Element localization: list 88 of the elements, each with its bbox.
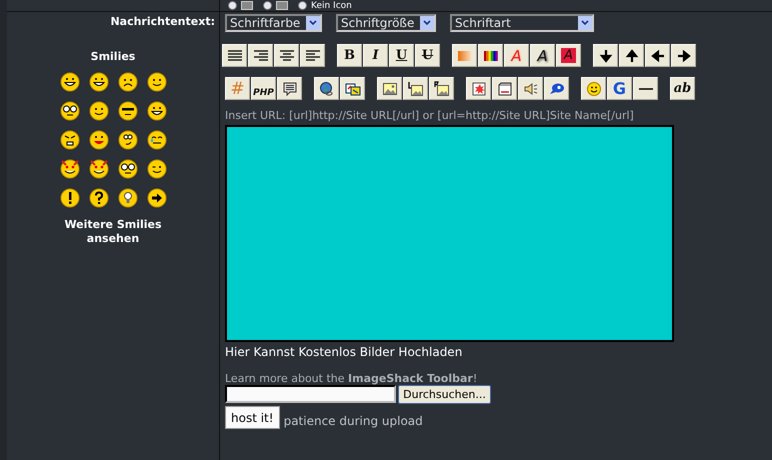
format-button[interactable]: B [337,44,362,67]
message-text-label: Nachrichtentext: [110,15,215,28]
font-select[interactable]: Schriftfarbe [225,14,322,32]
toolbar-button[interactable] [300,44,325,67]
smiley-icon[interactable] [60,72,80,92]
globe-link-icon [318,80,334,96]
toolbar-button[interactable] [633,77,658,100]
toolbar-button[interactable] [671,44,696,67]
smiley-icon[interactable] [146,130,166,150]
format-button[interactable]: U [389,44,414,67]
quote-icon [282,80,298,96]
upload-title: Hier Kannst Kostenlos Bilder Hochladen [225,345,462,359]
down-arrow-icon [598,48,614,64]
radio-button[interactable] [263,1,272,10]
smilies-title: Smilies [90,50,136,63]
smiley-icon[interactable] [88,72,108,92]
video-icon [496,80,512,96]
smiley-icon[interactable] [118,159,138,179]
smiley-icon [586,80,602,96]
smiley-icon[interactable] [88,159,108,179]
right-align-icon [252,48,268,64]
smiley-icon[interactable] [146,72,166,92]
more-smilies-link[interactable]: Weitere Smilies ansehen [53,218,173,246]
toolbar-button[interactable] [314,77,339,100]
toolbar-button[interactable] [403,77,428,100]
exclamation-icon[interactable] [60,188,80,208]
image-left-icon [408,80,424,96]
center-align-icon [278,48,294,64]
toolbar-button[interactable] [274,44,299,67]
toolbar-button[interactable] [544,77,569,100]
smiley-icon[interactable] [88,130,108,150]
font-select[interactable]: Schriftart [450,14,594,32]
smiley-icon[interactable] [60,130,80,150]
upload-note: patience during upload [284,414,423,428]
toolbar-button[interactable] [248,44,273,67]
smiley-icon[interactable] [118,72,138,92]
option-label: Kein Icon [311,0,352,10]
smiley-icon[interactable] [60,101,80,121]
toolbar-button[interactable] [645,44,670,67]
message-textarea[interactable] [225,125,674,342]
toolbar-button[interactable] [466,77,491,100]
toolbar-button[interactable] [429,77,454,100]
toolbar-button[interactable] [619,44,644,67]
smiley-icon[interactable] [118,130,138,150]
left-arrow-icon [650,48,666,64]
up-arrow-icon [624,48,640,64]
format-button[interactable]: A [556,44,581,67]
speech-bubble-icon [548,80,564,96]
smiley-icon[interactable] [146,101,166,121]
browse-button[interactable]: Durchsuchen... [398,385,491,404]
toolbar-button[interactable] [593,44,618,67]
toolbar-promo-text: Learn more about the ImageShack Toolbar! [225,372,478,385]
horizontal-rule-icon [638,88,652,90]
radio-button[interactable] [298,1,307,10]
smiley-icon[interactable] [146,159,166,179]
format-button[interactable]: ab [670,77,695,100]
toolbar-button[interactable] [377,77,402,100]
url-hint: Insert URL: [url]http://Site URL[/url] or [url=http://Site URL]Site Name[/url] [225,109,634,122]
format-button[interactable]: A [530,44,555,67]
speaker-icon [522,80,538,96]
toolbar-button[interactable] [581,77,606,100]
format-button[interactable]: PHP [251,77,276,100]
image-icon [382,80,398,96]
radio-button[interactable] [228,1,237,10]
right-arrow-icon [676,48,692,64]
image-right-icon [434,80,450,96]
format-button[interactable]: U [415,44,440,67]
lightbulb-icon[interactable] [118,188,138,208]
toolbar-button[interactable] [340,77,365,100]
smiley-icon[interactable] [88,101,108,121]
format-button[interactable]: I [363,44,388,67]
smiley-icon[interactable] [60,159,80,179]
format-button[interactable]: G [607,77,632,100]
flash-icon [470,80,486,96]
toolbar-button[interactable] [518,77,543,100]
toolbar-button[interactable] [277,77,302,100]
justify-align-icon [226,48,242,64]
format-button[interactable]: A [504,44,529,67]
toolbar-button[interactable] [492,77,517,100]
file-path-field[interactable] [225,385,396,403]
host-button[interactable]: host it! [225,406,280,429]
question-icon[interactable] [88,188,108,208]
toolbar-button[interactable] [478,44,503,67]
left-align-icon [304,48,320,64]
smiley-icon[interactable] [118,101,138,121]
font-select[interactable]: Schriftgröße [336,14,436,32]
toolbar-button[interactable] [222,44,247,67]
image-link-icon [344,80,360,96]
